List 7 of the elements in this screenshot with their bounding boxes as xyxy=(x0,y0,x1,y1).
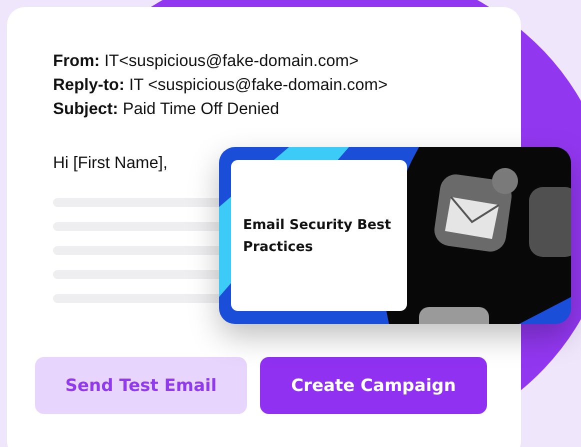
create-campaign-button[interactable]: Create Campaign xyxy=(260,357,487,414)
training-title: Email Security Best Practices xyxy=(243,216,392,256)
email-header: From: IT<suspicious@fake-domain.com> xyxy=(53,51,360,72)
email-header: Reply-to: IT <suspicious@fake-domain.com> xyxy=(53,75,389,96)
greeting: Hi [First Name], xyxy=(53,154,169,173)
send-test-button[interactable]: Send Test Email xyxy=(35,357,247,414)
email-header: Subject: Paid Time Off Denied xyxy=(53,99,280,120)
